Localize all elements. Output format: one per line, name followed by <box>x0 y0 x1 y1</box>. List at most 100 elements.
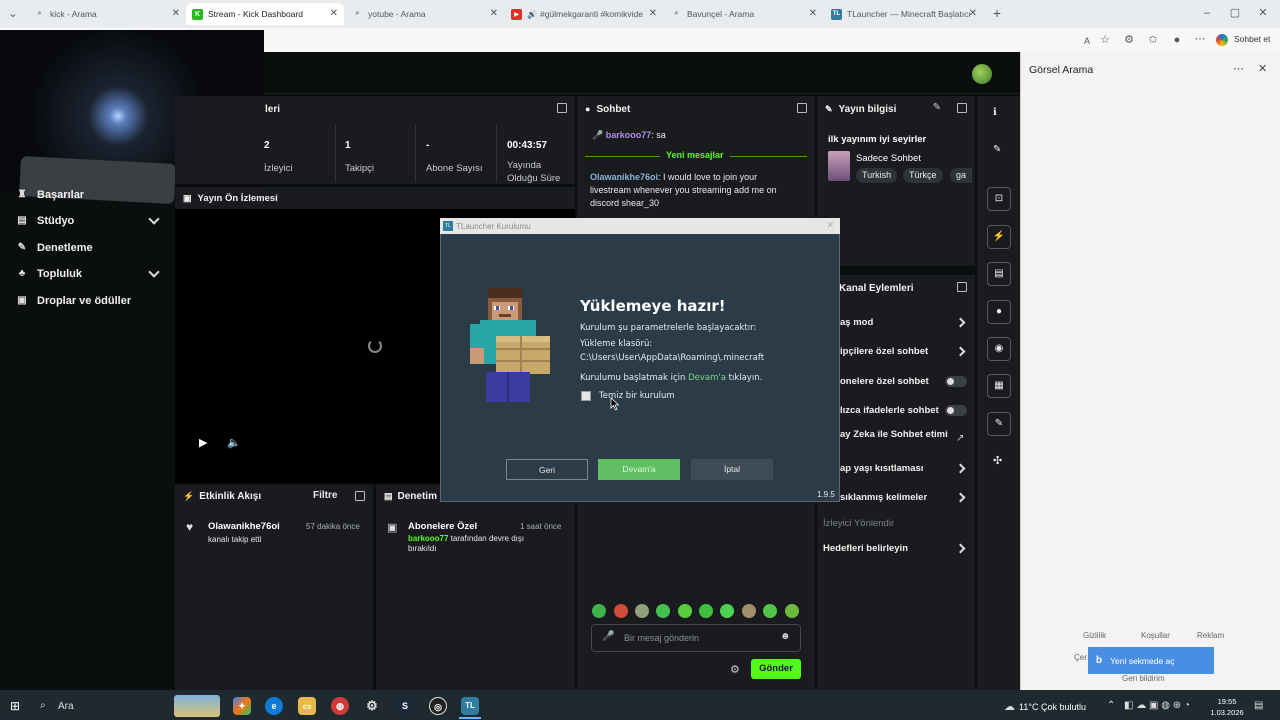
document-icon[interactable]: ▤ <box>987 262 1011 286</box>
extensions-icon[interactable]: ⚙ <box>1122 33 1136 47</box>
action-set-goals[interactable]: Hedefleri belirleyin <box>823 543 953 554</box>
cancel-button[interactable]: İptal <box>691 459 773 480</box>
edge-app-icon[interactable]: e <box>265 697 283 715</box>
layout-icon[interactable]: ▦ <box>987 374 1011 398</box>
tray-apps-icon[interactable]: ◧ ☁ ▣ ◍ ⊕ ◔ <box>1124 700 1190 711</box>
tab-close-icon[interactable]: ✕ <box>969 8 977 19</box>
tag-chip[interactable]: Turkish <box>856 168 898 183</box>
emote-icon[interactable] <box>763 604 777 618</box>
ads-link[interactable]: Reklam <box>1197 631 1224 640</box>
emote-icon[interactable] <box>592 604 606 618</box>
more-options-icon[interactable]: ⋯ <box>1233 62 1244 75</box>
tag-chip[interactable]: ga <box>950 168 972 183</box>
close-icon[interactable]: ✕ <box>1258 62 1267 75</box>
nav-studio[interactable]: ▤ Stüdyo <box>16 215 74 227</box>
taskbar-search-label[interactable]: Ara <box>58 701 74 712</box>
nav-achievements[interactable]: ♜ Başarılar <box>16 189 85 201</box>
feedback-link[interactable]: Geri bildirim <box>1122 674 1165 683</box>
add-widget-icon[interactable]: ✣ <box>993 454 1002 467</box>
tab-kick-dashboard[interactable]: K Stream - Kick Dashboard ✕ <box>186 3 344 25</box>
weather-text[interactable]: 11°C Çok bulutlu <box>1019 702 1086 712</box>
avatar[interactable] <box>972 64 992 84</box>
maximize-icon[interactable]: ▢ <box>1228 6 1242 20</box>
emote-icon[interactable] <box>785 604 799 618</box>
action-slow-mode[interactable]: aş mod <box>840 317 970 328</box>
filter-button[interactable]: Filtre <box>313 490 337 501</box>
tab-kick-search[interactable]: ⌕ kick - Arama ✕ <box>28 3 186 25</box>
send-button[interactable]: Gönder <box>751 659 801 679</box>
tab-close-icon[interactable]: ✕ <box>490 8 498 19</box>
settings-app-icon[interactable]: ⚙ <box>363 697 381 715</box>
copilot-chat-button[interactable]: Sohbet et <box>1234 34 1270 44</box>
action-ai-moderation[interactable]: ay Zeka ile Sohbet etimi <box>840 430 950 440</box>
tag-chip[interactable]: Türkçe <box>903 168 943 183</box>
tab-close-icon[interactable]: ✕ <box>649 8 657 19</box>
wrench-icon[interactable]: ✎ <box>987 412 1011 436</box>
tab-youtube-search[interactable]: ⌕ yotube - Arama ✕ <box>346 3 504 25</box>
more-menu-icon[interactable]: ⋯ <box>1193 32 1207 46</box>
popout-icon[interactable] <box>797 103 807 113</box>
emote-icon[interactable] <box>699 604 713 618</box>
steam-app-icon[interactable]: S <box>396 697 414 715</box>
action-banned-words[interactable]: sıklanmış kelimeler <box>840 492 970 503</box>
nav-moderation[interactable]: ✎ Denetleme <box>16 242 93 254</box>
nav-community[interactable]: ♣ Topluluk <box>16 268 82 280</box>
minimize-icon[interactable]: – <box>1200 6 1214 20</box>
read-aloud-icon[interactable]: A <box>1080 34 1094 48</box>
continue-button[interactable]: Devam'a <box>598 459 680 480</box>
action-account-age[interactable]: ap yaşı kısıtlaması <box>840 463 970 474</box>
new-tab-button[interactable]: + <box>990 6 1004 20</box>
favorite-star-icon[interactable]: ☆ <box>1098 33 1112 47</box>
chat-input[interactable]: 🎤 Bir mesaj gönderin ☻ <box>591 624 801 652</box>
chat-settings-icon[interactable]: ⚙ <box>730 663 740 676</box>
emote-icon[interactable] <box>614 604 628 618</box>
emote-icon[interactable] <box>720 604 734 618</box>
close-icon[interactable]: ✕ <box>826 220 834 231</box>
emote-icon[interactable] <box>742 604 756 618</box>
widgets-thumbnail[interactable] <box>174 695 220 717</box>
volume-icon[interactable]: 🔈 <box>227 436 241 449</box>
subscribers-only-toggle[interactable] <box>945 376 967 387</box>
edit-icon[interactable]: ✎ <box>933 102 941 113</box>
privacy-link[interactable]: Gizlilik <box>1083 631 1106 640</box>
chat-icon[interactable]: ● <box>987 300 1011 324</box>
emote-only-toggle[interactable] <box>945 405 967 416</box>
emote-icon[interactable] <box>635 604 649 618</box>
terms-link[interactable]: Koşullar <box>1141 631 1170 640</box>
action-followers-only[interactable]: ipçilere özel sohbet <box>840 346 970 357</box>
activity-user[interactable]: Olawanikhe76oi <box>208 521 280 532</box>
search-icon[interactable]: ⌕ <box>40 700 46 711</box>
popout-icon[interactable] <box>957 282 967 292</box>
capture-icon[interactable]: ⊡ <box>987 187 1011 211</box>
clean-install-checkbox[interactable] <box>581 391 591 401</box>
tab-tlauncher[interactable]: TL TLauncher — Minecraft Başlatıcı ✕ <box>825 3 983 25</box>
tray-chevron-up-icon[interactable]: ⌃ <box>1107 700 1115 711</box>
emote-icon[interactable] <box>678 604 692 618</box>
file-explorer-icon[interactable]: ▭ <box>298 697 316 715</box>
tab-bavuncel-search[interactable]: ⌕ Bavunçel - Arama ✕ <box>665 3 823 25</box>
popout-icon[interactable] <box>957 103 967 113</box>
popout-icon[interactable] <box>557 103 567 113</box>
open-in-new-tab-button[interactable]: b Yeni sekmede aç <box>1088 647 1214 674</box>
obs-app-icon[interactable]: ◎ <box>429 697 447 715</box>
info-icon[interactable]: ℹ <box>993 107 997 118</box>
nav-drops-rewards[interactable]: ▣ Droplar ve ödüller <box>16 295 131 307</box>
cer-link[interactable]: Çer <box>1074 653 1087 662</box>
emote-icon[interactable] <box>656 604 670 618</box>
profile-icon[interactable]: ● <box>1170 33 1184 47</box>
emoji-picker-icon[interactable]: ☻ <box>780 631 791 642</box>
lightning-icon[interactable]: ⚡ <box>987 225 1011 249</box>
tab-youtube-video[interactable]: ▶ 🔊 #gülmekgaranti #komikvide ✕ <box>505 3 663 25</box>
windows-start-icon[interactable]: ⊞ <box>10 699 20 713</box>
back-button[interactable]: Geri <box>506 459 588 480</box>
copilot-app-icon[interactable]: ✦ <box>233 697 251 715</box>
notifications-icon[interactable]: ▤ <box>1254 700 1263 711</box>
taskbar-clock[interactable]: 19:55 1.03.2026 <box>1210 697 1244 717</box>
favorites-icon[interactable]: ✩ <box>1146 33 1160 47</box>
close-window-icon[interactable]: ✕ <box>1256 6 1270 20</box>
tlauncher-app-icon[interactable]: TL <box>461 697 479 715</box>
play-icon[interactable]: ▶ <box>199 436 207 449</box>
tab-close-icon[interactable]: ✕ <box>809 8 817 19</box>
tab-close-icon[interactable]: ✕ <box>172 8 180 19</box>
mic-icon[interactable]: 🎤 <box>602 631 614 642</box>
